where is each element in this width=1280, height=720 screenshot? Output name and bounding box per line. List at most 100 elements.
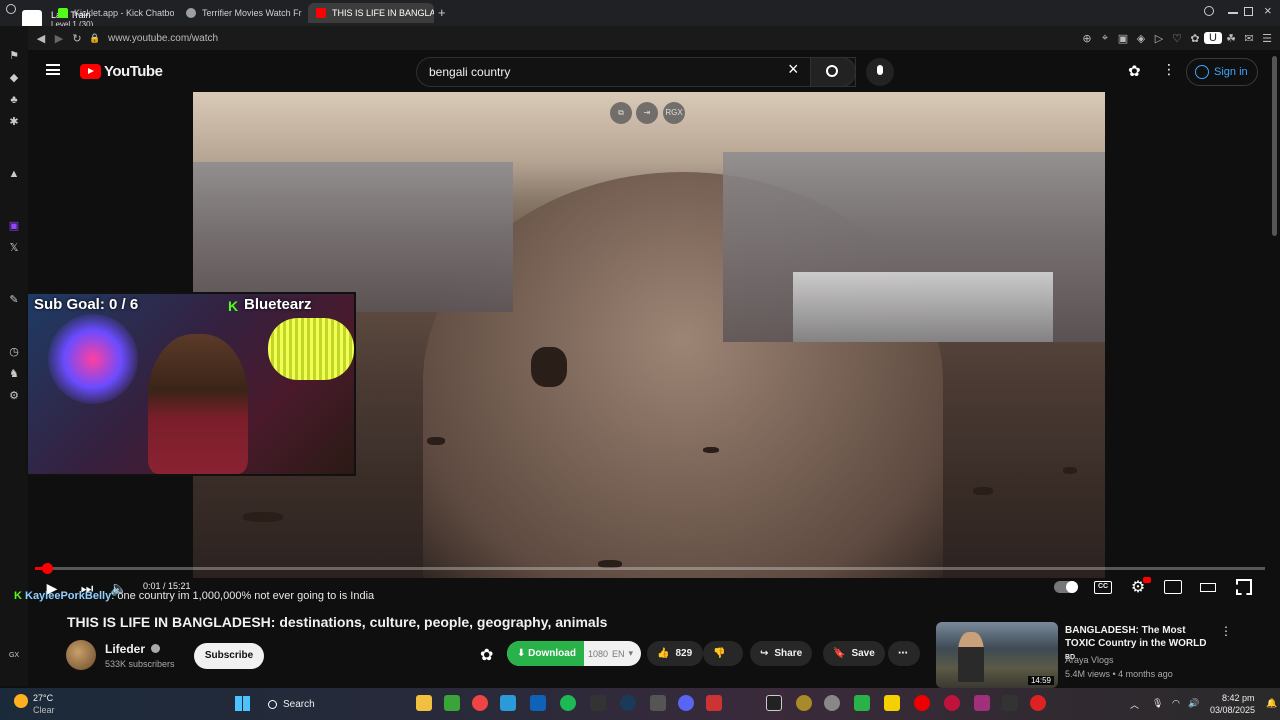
dislike-button[interactable]: 👎 <box>703 641 743 666</box>
sidebar-app-icon[interactable]: ⚑ <box>6 48 22 64</box>
clock-date[interactable]: 03/08/2025 <box>1210 705 1255 715</box>
sidebar-app-icon[interactable]: ▲ <box>6 166 22 182</box>
screenshot-icon[interactable]: ▣ <box>1114 32 1132 45</box>
download-button[interactable]: ⬇ Download 1080 EN ▾ <box>507 641 641 666</box>
tray-volume-icon[interactable]: 🔊 <box>1188 698 1199 709</box>
taskbar-search[interactable]: Search <box>262 694 402 714</box>
fullscreen-icon[interactable] <box>1236 579 1252 595</box>
sidebar-scrollbar[interactable] <box>1272 56 1277 236</box>
app-icon[interactable] <box>1030 695 1046 711</box>
tray-chevron-icon[interactable]: ︿ <box>1130 698 1139 711</box>
more-actions-button[interactable]: ⋯ <box>888 641 920 666</box>
more-icon[interactable]: ⋮ <box>1162 61 1176 78</box>
extension-mail-icon[interactable]: ✉ <box>1240 32 1258 45</box>
app-icon[interactable] <box>500 695 516 711</box>
tab-kicklet[interactable]: Kicklet.app - Kick Chatbo <box>50 3 174 23</box>
extensions-puzzle-icon[interactable]: ✿ <box>1186 32 1204 45</box>
app-icon[interactable] <box>974 695 990 711</box>
app-icon[interactable] <box>650 695 666 711</box>
extension-gear-icon[interactable]: ✿ <box>480 645 493 665</box>
cast-icon[interactable]: ▷ <box>1150 32 1168 45</box>
extension-badge-icon[interactable]: U <box>1204 32 1222 44</box>
capcut-icon[interactable] <box>766 695 782 711</box>
clock-time[interactable]: 8:42 pm <box>1222 693 1255 703</box>
clear-search-icon[interactable]: × <box>788 59 799 80</box>
recommendation-more-icon[interactable]: ⋮ <box>1220 624 1232 638</box>
app-icon[interactable] <box>824 695 840 711</box>
app-icon[interactable] <box>444 695 460 711</box>
quality-value[interactable]: 1080 <box>584 649 608 659</box>
app-icon[interactable] <box>706 695 722 711</box>
recommendation-channel[interactable]: Araya Vlogs <box>1065 655 1114 665</box>
sticky-notes-icon[interactable] <box>884 695 900 711</box>
back-icon[interactable]: ◀ <box>32 32 50 45</box>
theater-icon[interactable] <box>1200 583 1216 592</box>
language-value[interactable]: EN <box>608 649 625 659</box>
overlay-copy-icon[interactable]: ⧉ <box>610 102 632 124</box>
sidebar-app-icon[interactable]: ✱ <box>6 114 22 130</box>
spotify-icon[interactable] <box>560 695 576 711</box>
reload-icon[interactable]: ↻ <box>68 32 86 45</box>
bookmark-heart-icon[interactable]: ♡ <box>1168 32 1186 45</box>
sidebar-app-icon[interactable]: GX <box>6 648 22 664</box>
tray-wifi-icon[interactable]: ◠ <box>1172 698 1180 709</box>
discord-icon[interactable] <box>678 695 694 711</box>
menu-icon[interactable] <box>46 64 60 75</box>
sidebar-app-icon[interactable]: ✎ <box>6 292 22 308</box>
overlay-badge[interactable]: RGX <box>663 102 685 124</box>
video-progress-scrubber[interactable] <box>42 563 54 574</box>
tab-youtube-active[interactable]: THIS IS LIFE IN BANGLAD <box>308 3 434 23</box>
subscribe-button[interactable]: Subscribe <box>194 643 264 669</box>
zoom-icon[interactable]: ⊕ <box>1078 32 1096 45</box>
new-tab-button[interactable]: + <box>438 5 446 20</box>
sidebar-app-icon[interactable]: ♣ <box>6 92 22 108</box>
opera-gx-icon[interactable] <box>944 695 960 711</box>
extension-icon[interactable]: ◈ <box>1132 32 1150 45</box>
sidebar-app-icon[interactable]: ◷ <box>6 344 22 360</box>
tray-mic-icon[interactable]: 🎙 <box>1152 698 1163 709</box>
share-button[interactable]: ↪ Share <box>750 641 813 666</box>
save-button[interactable]: 🔖 Save <box>823 641 885 666</box>
app-icon[interactable] <box>1002 695 1018 711</box>
tab-terrifier[interactable]: Terrifier Movies Watch Fr <box>178 3 304 23</box>
chevron-down-icon[interactable]: ▾ <box>625 648 634 659</box>
sidebar-app-icon[interactable]: ◆ <box>6 70 22 86</box>
search-button[interactable] <box>810 57 856 87</box>
video-progress-bar[interactable] <box>35 563 1265 574</box>
steam-icon[interactable] <box>620 695 636 711</box>
app-icon[interactable] <box>854 695 870 711</box>
miniplayer-icon[interactable] <box>1164 580 1182 594</box>
minimize-icon[interactable] <box>1228 12 1238 14</box>
like-button[interactable]: 👍 829 <box>647 641 703 666</box>
chrome-icon[interactable] <box>472 695 488 711</box>
autoplay-toggle[interactable] <box>1054 581 1078 593</box>
epic-games-icon[interactable] <box>590 695 606 711</box>
browser-search-icon[interactable] <box>1204 6 1214 16</box>
close-window-icon[interactable]: × <box>1264 3 1272 18</box>
sign-in-button[interactable]: Sign in <box>1186 58 1258 86</box>
pin-icon[interactable]: ⌖ <box>1096 32 1114 45</box>
twitch-icon[interactable]: ▣ <box>6 218 22 234</box>
opera-icon[interactable] <box>914 695 930 711</box>
channel-avatar[interactable] <box>66 640 96 670</box>
recommendation-thumbnail[interactable]: 14:59 <box>936 622 1058 688</box>
sidebar-app-icon[interactable]: ♞ <box>6 366 22 382</box>
sidebar-app-icon[interactable]: ⚙ <box>6 388 22 404</box>
restore-icon[interactable] <box>1244 7 1253 16</box>
notification-bell-icon[interactable]: 🔔 <box>1266 698 1277 709</box>
create-icon[interactable]: ✿ <box>1128 62 1141 80</box>
x-icon[interactable]: 𝕏 <box>6 240 22 256</box>
reading-list-icon[interactable]: ☰ <box>1258 32 1276 45</box>
captions-icon[interactable]: CC <box>1094 581 1112 594</box>
file-explorer-icon[interactable] <box>416 695 432 711</box>
voice-search-button[interactable] <box>866 58 894 86</box>
weather-icon[interactable] <box>14 694 28 708</box>
vscode-icon[interactable] <box>530 695 546 711</box>
extension-leaf-icon[interactable]: ☘ <box>1222 32 1240 45</box>
url-field[interactable]: www.youtube.com/watch <box>108 33 218 44</box>
youtube-logo[interactable]: YouTube <box>80 63 163 80</box>
forward-icon[interactable]: ▶ <box>50 32 68 45</box>
channel-name[interactable]: Lifeder <box>105 642 161 656</box>
browser-profile-icon[interactable] <box>6 4 16 14</box>
overlay-enter-icon[interactable]: ⇥ <box>636 102 658 124</box>
